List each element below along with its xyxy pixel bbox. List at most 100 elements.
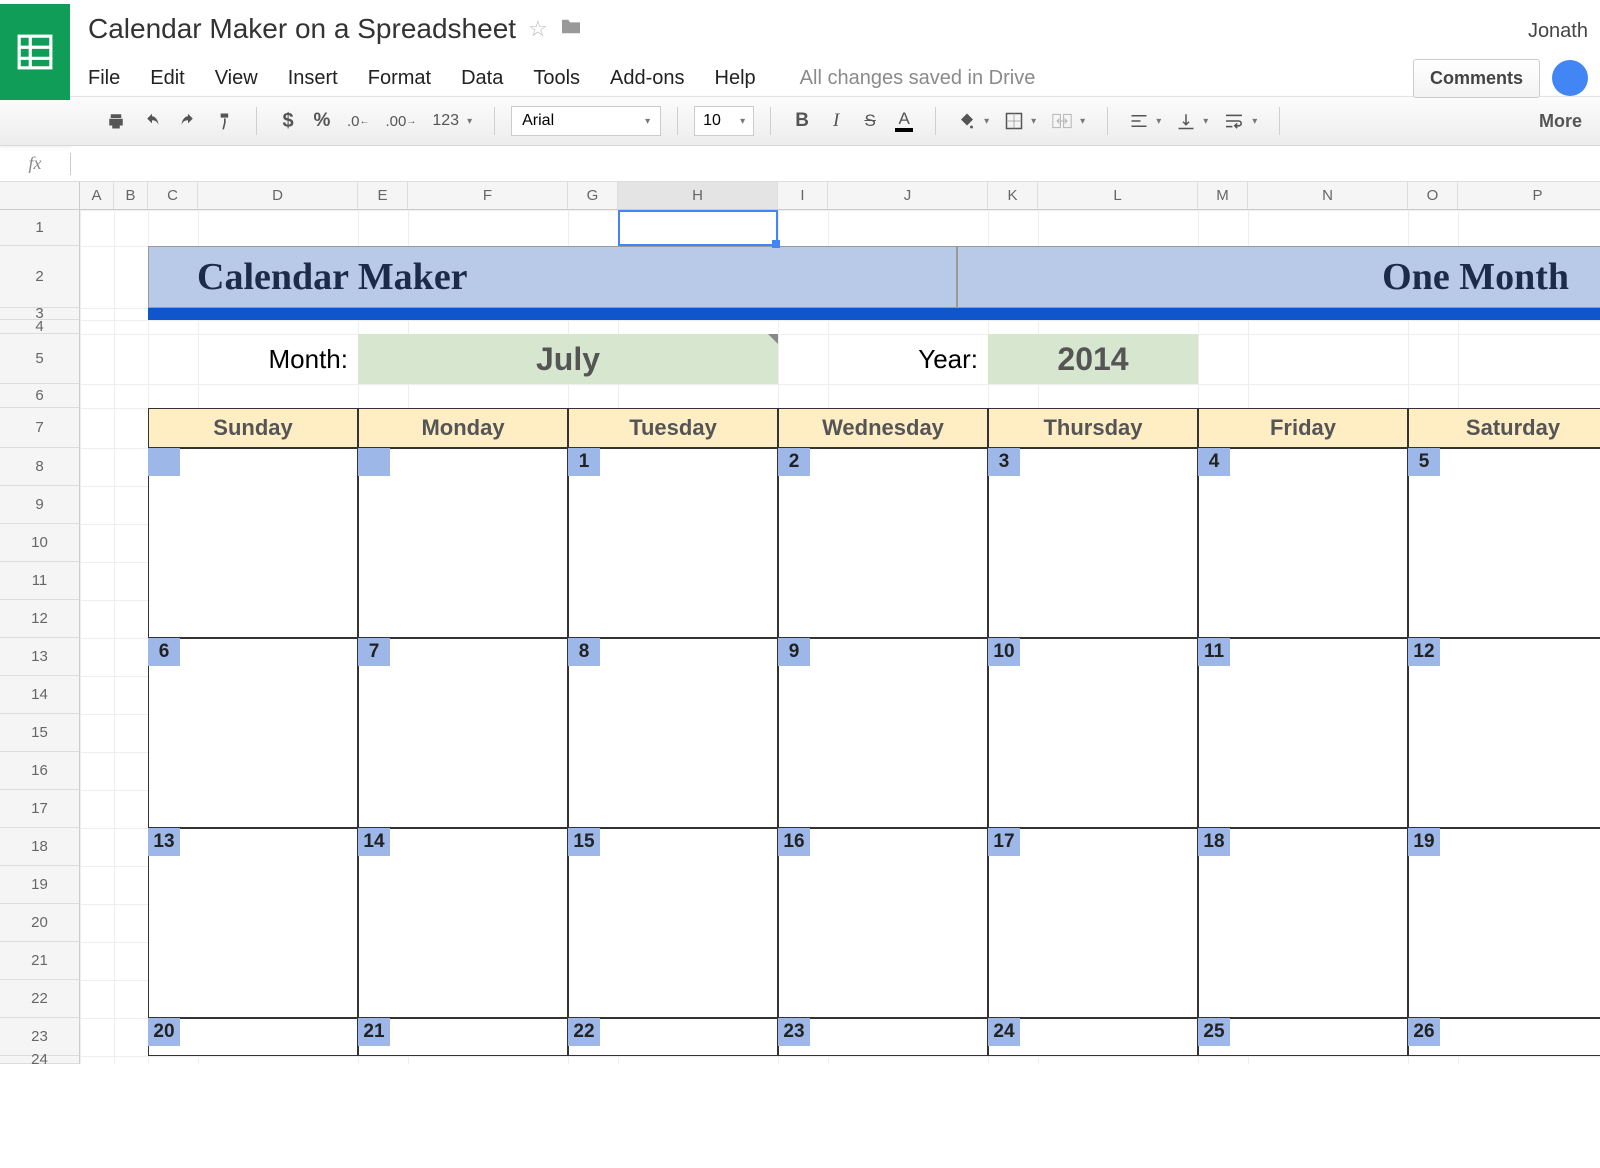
row-header-5[interactable]: 5: [0, 334, 80, 384]
col-header-J[interactable]: J: [828, 182, 988, 209]
row-header-22[interactable]: 22: [0, 980, 80, 1018]
menu-file[interactable]: File: [88, 67, 120, 90]
col-header-O[interactable]: O: [1408, 182, 1458, 209]
percent-icon[interactable]: %: [307, 105, 337, 137]
move-folder-icon[interactable]: [560, 17, 582, 40]
star-icon[interactable]: ☆: [528, 16, 548, 42]
col-header-B[interactable]: B: [114, 182, 148, 209]
bold-button[interactable]: B: [787, 105, 817, 137]
menu-view[interactable]: View: [215, 67, 258, 90]
row-header-14[interactable]: 14: [0, 676, 80, 714]
day-header-thursday[interactable]: Thursday: [988, 408, 1198, 448]
menu-format[interactable]: Format: [368, 67, 431, 90]
font-select[interactable]: Arial▾: [511, 106, 661, 136]
toolbar-more[interactable]: More: [1539, 111, 1586, 132]
day-header-tuesday[interactable]: Tuesday: [568, 408, 778, 448]
menu-insert[interactable]: Insert: [288, 67, 338, 90]
font-size-select[interactable]: 10▾: [694, 106, 754, 136]
menu-addons[interactable]: Add-ons: [610, 67, 685, 90]
undo-icon[interactable]: [136, 105, 168, 137]
doc-title[interactable]: Calendar Maker on a Spreadsheet: [88, 13, 516, 45]
cells-area[interactable]: Calendar MakerOne MonthMonth:JulyYear:20…: [80, 210, 1600, 1064]
row-header-11[interactable]: 11: [0, 562, 80, 600]
share-button[interactable]: [1552, 60, 1588, 96]
row-header-15[interactable]: 15: [0, 714, 80, 752]
row-header-8[interactable]: 8: [0, 448, 80, 486]
account-name[interactable]: Jonath: [1528, 14, 1588, 43]
redo-icon[interactable]: [172, 105, 204, 137]
row-header-7[interactable]: 7: [0, 408, 80, 448]
day-header-saturday[interactable]: Saturday: [1408, 408, 1600, 448]
italic-button[interactable]: I: [821, 105, 851, 137]
calendar-cell-w2-d3[interactable]: [778, 828, 988, 1018]
col-header-A[interactable]: A: [80, 182, 114, 209]
select-all-corner[interactable]: [0, 182, 80, 209]
col-header-F[interactable]: F: [408, 182, 568, 209]
row-header-12[interactable]: 12: [0, 600, 80, 638]
calendar-cell-w1-d2[interactable]: [568, 638, 778, 828]
column-headers[interactable]: ABCDEFGHIJKLMNOPQ: [0, 182, 1600, 210]
calendar-cell-w1-d4[interactable]: [988, 638, 1198, 828]
row-header-20[interactable]: 20: [0, 904, 80, 942]
calendar-cell-w2-d5[interactable]: [1198, 828, 1408, 1018]
borders-button[interactable]: [999, 105, 1042, 137]
calendar-cell-w2-d4[interactable]: [988, 828, 1198, 1018]
row-header-24[interactable]: 24: [0, 1056, 80, 1064]
col-header-P[interactable]: P: [1458, 182, 1600, 209]
calendar-cell-w0-d5[interactable]: [1198, 448, 1408, 638]
col-header-G[interactable]: G: [568, 182, 618, 209]
col-header-C[interactable]: C: [148, 182, 198, 209]
calendar-cell-w1-d0[interactable]: [148, 638, 358, 828]
row-header-10[interactable]: 10: [0, 524, 80, 562]
format-123-button[interactable]: 123: [426, 105, 478, 137]
row-header-21[interactable]: 21: [0, 942, 80, 980]
row-header-2[interactable]: 2: [0, 246, 80, 308]
calendar-title-left[interactable]: Calendar Maker: [148, 246, 957, 308]
currency-icon[interactable]: $: [273, 105, 303, 137]
calendar-cell-w0-d6[interactable]: [1408, 448, 1600, 638]
col-header-E[interactable]: E: [358, 182, 408, 209]
paint-format-icon[interactable]: [208, 105, 240, 137]
col-header-L[interactable]: L: [1038, 182, 1198, 209]
col-header-M[interactable]: M: [1198, 182, 1248, 209]
day-header-wednesday[interactable]: Wednesday: [778, 408, 988, 448]
fill-color-button[interactable]: [952, 105, 995, 137]
day-header-monday[interactable]: Monday: [358, 408, 568, 448]
day-header-friday[interactable]: Friday: [1198, 408, 1408, 448]
row-header-17[interactable]: 17: [0, 790, 80, 828]
calendar-cell-w2-d1[interactable]: [358, 828, 568, 1018]
text-color-button[interactable]: A: [889, 105, 919, 137]
row-header-4[interactable]: 4: [0, 320, 80, 334]
row-header-19[interactable]: 19: [0, 866, 80, 904]
sheets-logo[interactable]: [0, 4, 70, 100]
calendar-cell-w2-d0[interactable]: [148, 828, 358, 1018]
calendar-cell-w0-d1[interactable]: [358, 448, 568, 638]
comments-button[interactable]: Comments: [1413, 59, 1540, 98]
selected-cell[interactable]: [618, 210, 778, 246]
calendar-blue-bar[interactable]: [148, 308, 1600, 320]
calendar-cell-w1-d5[interactable]: [1198, 638, 1408, 828]
calendar-cell-w1-d1[interactable]: [358, 638, 568, 828]
row-header-16[interactable]: 16: [0, 752, 80, 790]
row-header-1[interactable]: 1: [0, 210, 80, 246]
calendar-cell-w1-d3[interactable]: [778, 638, 988, 828]
menu-tools[interactable]: Tools: [533, 67, 580, 90]
col-header-D[interactable]: D: [198, 182, 358, 209]
row-headers[interactable]: 123456789101112131415161718192021222324: [0, 210, 80, 1064]
row-header-6[interactable]: 6: [0, 384, 80, 408]
calendar-cell-w2-d2[interactable]: [568, 828, 778, 1018]
col-header-I[interactable]: I: [778, 182, 828, 209]
wrap-button[interactable]: [1218, 105, 1263, 137]
spreadsheet-grid[interactable]: ABCDEFGHIJKLMNOPQ 1234567891011121314151…: [0, 182, 1600, 1064]
row-header-9[interactable]: 9: [0, 486, 80, 524]
calendar-cell-w1-d6[interactable]: [1408, 638, 1600, 828]
calendar-cell-w0-d3[interactable]: [778, 448, 988, 638]
day-header-sunday[interactable]: Sunday: [148, 408, 358, 448]
col-header-H[interactable]: H: [618, 182, 778, 209]
halign-button[interactable]: [1124, 105, 1167, 137]
row-header-13[interactable]: 13: [0, 638, 80, 676]
formula-input[interactable]: [71, 146, 1600, 181]
calendar-title-right[interactable]: One Month: [957, 246, 1600, 308]
col-header-K[interactable]: K: [988, 182, 1038, 209]
valign-button[interactable]: [1171, 105, 1214, 137]
